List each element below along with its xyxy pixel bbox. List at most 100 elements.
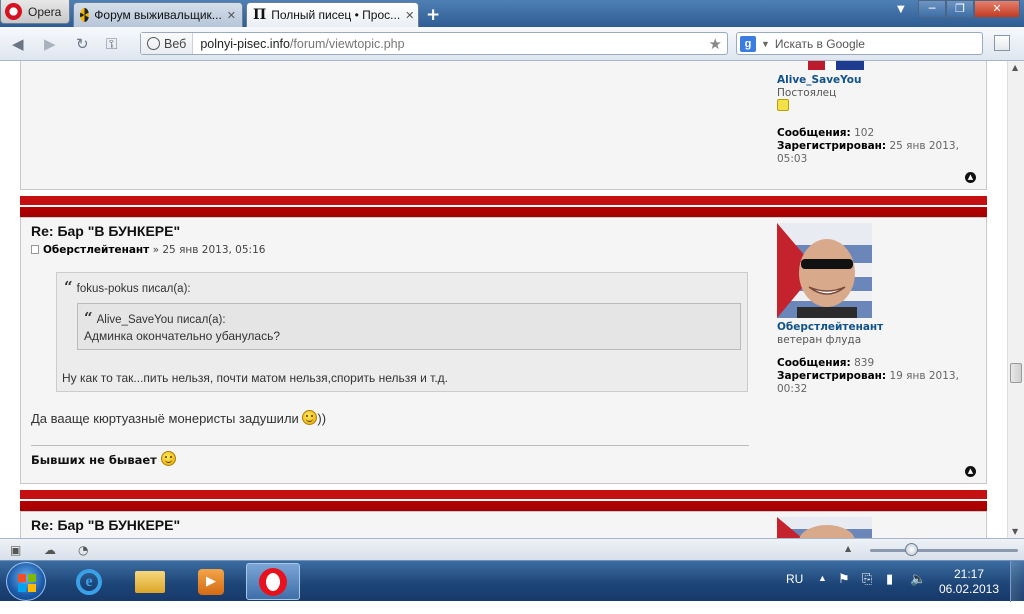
- post-header-bar: [20, 196, 987, 217]
- back-arrow-icon[interactable]: ◀: [12, 35, 24, 53]
- registered-label: Зарегистрирован:: [777, 140, 887, 152]
- volume-speaker-icon[interactable]: 🔈: [910, 571, 926, 612]
- windows-logo-icon: [18, 574, 26, 582]
- folder-icon: [135, 570, 165, 593]
- status-bar: ▣ ☁ ◔ ▲: [0, 538, 1024, 560]
- back-to-top-icon[interactable]: ▲: [965, 466, 976, 477]
- panel-toggle-icon[interactable]: ▣: [10, 543, 21, 557]
- chevron-down-icon[interactable]: ▼: [761, 39, 770, 49]
- quote-mark-icon: “: [84, 309, 93, 327]
- network-signal-icon[interactable]: ▮: [886, 571, 893, 612]
- zoom-slider[interactable]: [870, 549, 1018, 552]
- minimize-button[interactable]: ─: [918, 0, 946, 18]
- zoom-menu-chevron-icon[interactable]: ▲: [845, 544, 851, 553]
- profile-main: Оберстлейтенант ветеран флуда: [777, 321, 883, 347]
- key-icon[interactable]: ⚿: [106, 35, 117, 53]
- quote-outer-header: “fokus-pokus писал(а):: [64, 278, 191, 296]
- system-clock[interactable]: 21:17 06.02.2013: [937, 567, 1001, 597]
- pi-favicon-icon: Π: [253, 7, 267, 23]
- quote-outer-text: Ну как то так...пить нельзя, почти матом…: [62, 371, 448, 385]
- show-desktop-button[interactable]: [1010, 561, 1024, 602]
- taskbar-explorer[interactable]: [123, 563, 177, 600]
- tab-bar: Opera Форум выживальщик... ✕ Π Полный пи…: [0, 0, 1024, 27]
- profile-rank: Постоялец: [777, 87, 837, 99]
- search-field[interactable]: g ▼ Искать в Google: [736, 32, 983, 55]
- avatar-photo: [777, 517, 872, 538]
- maximize-button[interactable]: ❐: [946, 0, 974, 18]
- profile-previous-stats: Сообщения: 102 Зарегистрирован: 25 янв 2…: [777, 127, 962, 166]
- tab-label: Полный писец • Прос...: [271, 8, 401, 22]
- avatar[interactable]: [777, 223, 872, 318]
- scroll-up-icon[interactable]: ▲: [1012, 63, 1018, 72]
- back-to-top-icon[interactable]: ▲: [965, 172, 976, 183]
- tab-menu-chevron-icon[interactable]: ▼: [897, 4, 905, 15]
- quote-inner-author: Alive_SaveYou писал(а):: [96, 314, 226, 326]
- post-icon[interactable]: [31, 245, 39, 254]
- avatar[interactable]: [777, 517, 872, 538]
- taskbar-opera[interactable]: [246, 563, 300, 600]
- smile-emoji-icon: [302, 410, 318, 425]
- opera-menu-label: Opera: [28, 4, 62, 19]
- posts-value: 839: [854, 357, 875, 369]
- url-path: /forum/viewtopic.php: [289, 36, 405, 51]
- search-placeholder: Искать в Google: [774, 36, 865, 51]
- opera-menu-button[interactable]: Opera: [0, 0, 70, 24]
- media-player-icon: ▶: [198, 568, 224, 595]
- tab-close-icon[interactable]: ✕: [405, 9, 414, 22]
- quote-inner-header: “Alive_SaveYou писал(а):: [84, 309, 226, 327]
- post-body-text: Да вааще кюртуазныё монеристы задушили: [31, 411, 299, 426]
- scroll-down-icon[interactable]: ▼: [1012, 527, 1018, 536]
- opera-unite-cloud-icon[interactable]: ☁: [44, 543, 56, 557]
- rank-badge-icon: [777, 99, 789, 111]
- bookmark-star-icon[interactable]: ★: [709, 35, 722, 53]
- page-menu-icon[interactable]: [994, 35, 1010, 51]
- post-title[interactable]: Re: Бар "В БУНКЕРЕ": [31, 223, 180, 239]
- profile-main-stats: Сообщения: 839 Зарегистрирован: 19 янв 2…: [777, 357, 962, 396]
- tab-label: Форум выживальщик...: [94, 8, 222, 22]
- profile-username[interactable]: Alive_SaveYou: [777, 74, 861, 87]
- profile-rank: ветеран флуда: [777, 334, 862, 346]
- web-badge[interactable]: Веб: [141, 33, 194, 54]
- windows-logo-pane: [28, 574, 36, 582]
- profile-username[interactable]: Оберстлейтенант: [777, 321, 883, 334]
- windows-logo-pane: [28, 584, 36, 592]
- signature-divider: [31, 445, 749, 446]
- tab-survival-forum[interactable]: Форум выживальщик... ✕: [73, 2, 243, 27]
- quote-inner: “Alive_SaveYou писал(а): Админка окончат…: [77, 303, 741, 350]
- quote-mark-icon: “: [64, 278, 73, 296]
- post-title[interactable]: Re: Бар "В БУНКЕРЕ": [31, 517, 180, 533]
- zoom-slider-knob[interactable]: [905, 543, 918, 556]
- posts-label: Сообщения:: [777, 357, 851, 369]
- action-center-flag-icon[interactable]: ⚑: [838, 571, 850, 612]
- forward-arrow-icon[interactable]: ▶: [44, 35, 56, 53]
- avatar-flag-fragment: [808, 61, 864, 70]
- tab-close-icon[interactable]: ✕: [227, 9, 236, 22]
- new-tab-button[interactable]: +: [426, 5, 440, 25]
- windows-taskbar: e ▶ RU ▲ ⚑ ⎘ ▮ 🔈 21:17 06.02.2013: [0, 560, 1024, 602]
- url-host: polnyi-pisec.info: [200, 36, 290, 51]
- scroll-thumb[interactable]: [1010, 363, 1022, 383]
- start-button[interactable]: [6, 562, 46, 601]
- post-header-bar: [20, 490, 987, 511]
- post-meta: Оберстлейтенант » 25 янв 2013, 05:16: [31, 244, 265, 256]
- posts-label: Сообщения:: [777, 127, 851, 139]
- taskbar-media-player[interactable]: ▶: [184, 563, 238, 600]
- reload-icon[interactable]: ↻: [76, 35, 89, 53]
- turbo-gauge-icon[interactable]: ◔: [78, 543, 88, 557]
- navigation-bar: ◀ ▶ ↻ ⚿ Веб polnyi-pisec.info/forum/view…: [0, 27, 1024, 61]
- opera-icon: [259, 567, 287, 596]
- usb-device-icon[interactable]: ⎘: [862, 571, 872, 612]
- tray-expand-chevron-icon[interactable]: ▲: [818, 573, 827, 614]
- address-field[interactable]: Веб polnyi-pisec.info/forum/viewtopic.ph…: [140, 32, 728, 55]
- tab-polnyi-pisec[interactable]: Π Полный писец • Прос... ✕: [246, 2, 419, 27]
- post-author[interactable]: Оберстлейтенант: [43, 244, 149, 256]
- vertical-scrollbar[interactable]: ▲ ▼: [1007, 61, 1024, 538]
- post-date: » 25 янв 2013, 05:16: [152, 244, 266, 256]
- internet-explorer-icon: e: [76, 568, 102, 595]
- signature-text: Бывших не бывает: [31, 453, 157, 467]
- url-text[interactable]: polnyi-pisec.info/forum/viewtopic.php: [193, 37, 404, 51]
- language-indicator[interactable]: RU: [786, 572, 803, 613]
- close-window-button[interactable]: ✕: [974, 0, 1020, 18]
- taskbar-internet-explorer[interactable]: e: [62, 563, 116, 600]
- windows-logo-pane: [18, 584, 26, 592]
